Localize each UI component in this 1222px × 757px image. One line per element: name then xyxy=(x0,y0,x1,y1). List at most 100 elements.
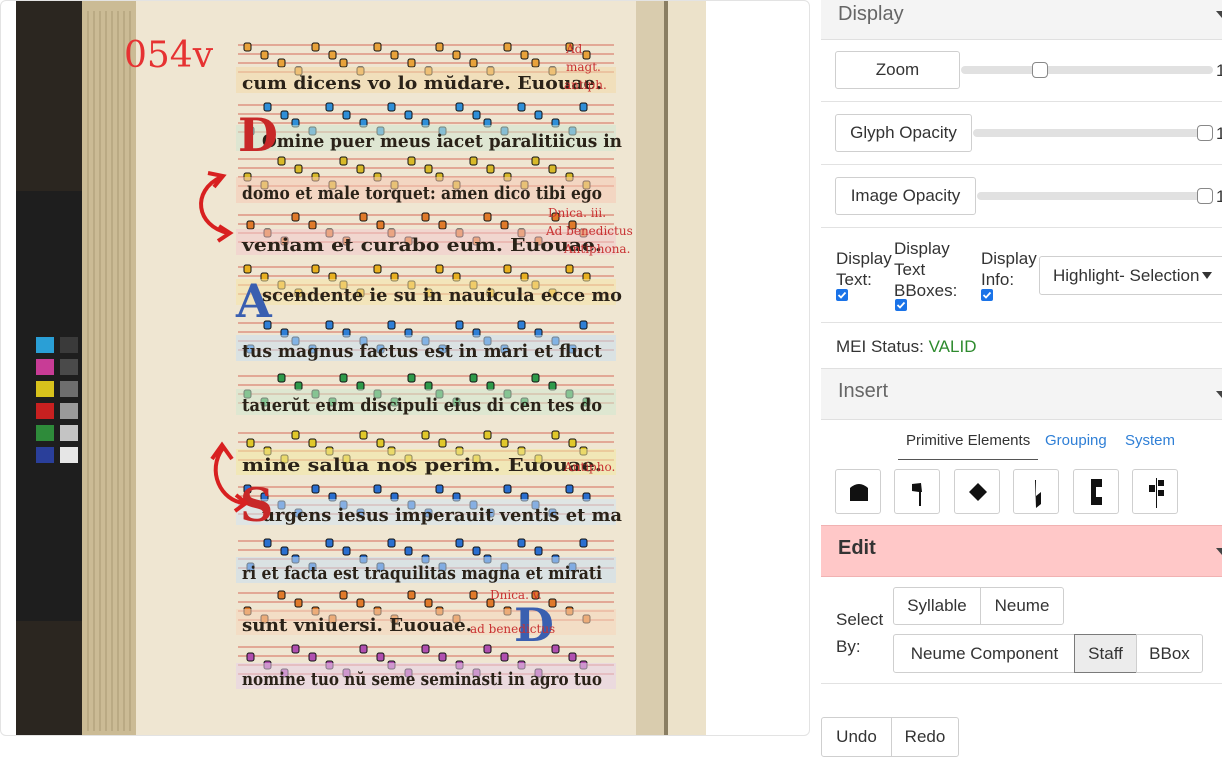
neume-glyph[interactable] xyxy=(407,373,416,383)
neume-glyph[interactable] xyxy=(534,110,543,120)
neume-glyph[interactable] xyxy=(472,546,481,556)
neume-glyph[interactable] xyxy=(531,373,540,383)
neume-glyph[interactable] xyxy=(500,220,509,230)
neume-glyph[interactable] xyxy=(311,42,320,52)
custos-tool-button[interactable] xyxy=(1013,469,1059,514)
neume-glyph[interactable] xyxy=(469,373,478,383)
neume-glyph[interactable] xyxy=(339,156,348,166)
neume-glyph[interactable] xyxy=(421,430,430,440)
neume-glyph[interactable] xyxy=(342,110,351,120)
glyph-opacity-slider[interactable] xyxy=(973,129,1213,137)
neume-glyph[interactable] xyxy=(339,590,348,600)
neume-glyph[interactable] xyxy=(246,652,255,662)
chevron-down-icon[interactable] xyxy=(1216,391,1222,398)
neume-glyph[interactable] xyxy=(500,652,509,662)
neume-glyph[interactable] xyxy=(469,58,478,68)
neume-glyph[interactable] xyxy=(568,652,577,662)
neume-glyph[interactable] xyxy=(565,484,574,494)
neume-glyph[interactable] xyxy=(424,164,433,174)
neume-glyph[interactable] xyxy=(243,42,252,52)
diamond-tool-button[interactable] xyxy=(954,469,1000,514)
undo-button[interactable]: Undo xyxy=(821,717,892,757)
neume-glyph[interactable] xyxy=(438,652,447,662)
display-header[interactable]: Display xyxy=(821,0,1222,40)
glyph-opacity-slider-thumb[interactable] xyxy=(1197,125,1213,141)
neume-glyph[interactable] xyxy=(359,644,368,654)
neume-glyph[interactable] xyxy=(373,484,382,494)
neume-glyph[interactable] xyxy=(520,50,529,60)
glyph-opacity-button[interactable]: Glyph Opacity xyxy=(835,114,972,152)
select-neume-component-button[interactable]: Neume Component xyxy=(893,634,1076,673)
neume-glyph[interactable] xyxy=(404,110,413,120)
neume-glyph[interactable] xyxy=(325,538,334,548)
edit-header[interactable]: Edit xyxy=(821,525,1222,577)
neume-glyph[interactable] xyxy=(579,320,588,330)
neume-glyph[interactable] xyxy=(342,546,351,556)
neume-glyph[interactable] xyxy=(373,42,382,52)
neume-glyph[interactable] xyxy=(325,102,334,112)
neume-glyph[interactable] xyxy=(568,438,577,448)
zoom-slider[interactable] xyxy=(961,66,1213,74)
neume-glyph[interactable] xyxy=(424,598,433,608)
neume-glyph[interactable] xyxy=(579,538,588,548)
neume-glyph[interactable] xyxy=(407,156,416,166)
neume-glyph[interactable] xyxy=(359,212,368,222)
neume-glyph[interactable] xyxy=(407,58,416,68)
neume-glyph[interactable] xyxy=(455,538,464,548)
neume-glyph[interactable] xyxy=(531,156,540,166)
punctum-tool-button[interactable] xyxy=(835,469,881,514)
neume-glyph[interactable] xyxy=(328,50,337,60)
neume-glyph[interactable] xyxy=(551,430,560,440)
neume-glyph[interactable] xyxy=(472,110,481,120)
neume-glyph[interactable] xyxy=(483,430,492,440)
redo-button[interactable]: Redo xyxy=(891,717,959,757)
neume-glyph[interactable] xyxy=(486,164,495,174)
neume-glyph[interactable] xyxy=(503,484,512,494)
neume-glyph[interactable] xyxy=(390,50,399,60)
neume-glyph[interactable] xyxy=(503,42,512,52)
image-opacity-slider-thumb[interactable] xyxy=(1197,188,1213,204)
neume-glyph[interactable] xyxy=(579,102,588,112)
neume-glyph[interactable] xyxy=(500,438,509,448)
neume-glyph[interactable] xyxy=(452,50,461,60)
neume-glyph[interactable] xyxy=(277,58,286,68)
select-staff-button[interactable]: Staff xyxy=(1074,634,1137,673)
neume-glyph[interactable] xyxy=(325,320,334,330)
neume-glyph[interactable] xyxy=(503,264,512,274)
neume-glyph[interactable] xyxy=(294,381,303,391)
manuscript-viewer[interactable]: 054v cum dicens vo lo mŭdare. Euouae. Omi… xyxy=(0,0,810,736)
neume-glyph[interactable] xyxy=(469,590,478,600)
neume-glyph[interactable] xyxy=(311,264,320,274)
tab-grouping[interactable]: Grouping xyxy=(1045,432,1107,449)
display-text-checkbox[interactable] xyxy=(836,289,848,301)
f-clef-tool-button[interactable] xyxy=(1132,469,1178,514)
neume-glyph[interactable] xyxy=(424,381,433,391)
insert-header[interactable]: Insert xyxy=(821,368,1222,420)
neume-glyph[interactable] xyxy=(438,220,447,230)
neume-glyph[interactable] xyxy=(356,598,365,608)
neume-glyph[interactable] xyxy=(582,50,591,60)
neume-glyph[interactable] xyxy=(291,644,300,654)
neume-glyph[interactable] xyxy=(376,220,385,230)
neume-glyph[interactable] xyxy=(277,590,286,600)
neume-glyph[interactable] xyxy=(486,381,495,391)
image-opacity-slider[interactable] xyxy=(977,192,1213,200)
neume-glyph[interactable] xyxy=(280,110,289,120)
neume-glyph[interactable] xyxy=(469,156,478,166)
neume-glyph[interactable] xyxy=(407,590,416,600)
neume-glyph[interactable] xyxy=(277,373,286,383)
neume-glyph[interactable] xyxy=(294,164,303,174)
neume-glyph[interactable] xyxy=(376,652,385,662)
manuscript-image[interactable]: 054v cum dicens vo lo mŭdare. Euouae. Omi… xyxy=(16,1,706,735)
neume-glyph[interactable] xyxy=(277,156,286,166)
neume-glyph[interactable] xyxy=(246,220,255,230)
neume-glyph[interactable] xyxy=(339,58,348,68)
neume-glyph[interactable] xyxy=(517,102,526,112)
chevron-down-icon[interactable] xyxy=(1216,11,1222,18)
display-info-checkbox[interactable] xyxy=(981,289,993,301)
neume-glyph[interactable] xyxy=(308,438,317,448)
neume-glyph[interactable] xyxy=(455,102,464,112)
display-bboxes-checkbox[interactable] xyxy=(895,299,907,311)
neume-glyph[interactable] xyxy=(308,220,317,230)
neume-glyph[interactable] xyxy=(291,212,300,222)
